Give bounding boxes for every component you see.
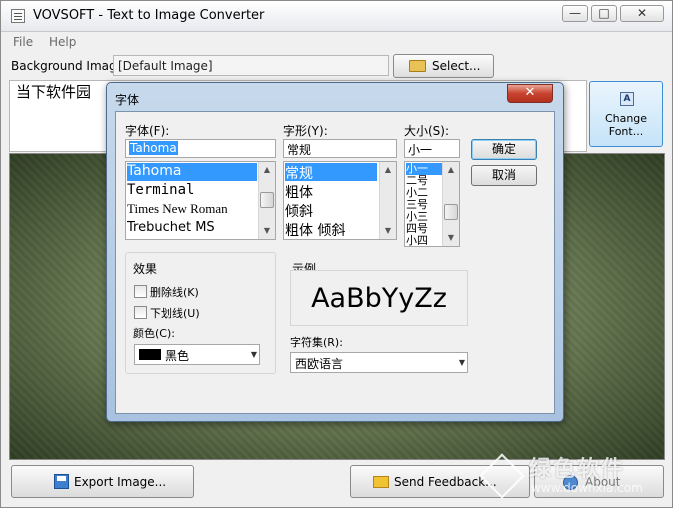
sample-text: AaBbYyZz <box>311 283 447 314</box>
scroll-up-arrow-icon[interactable]: ▲ <box>259 162 275 178</box>
font-size-scrollbar[interactable]: ▲ ▼ <box>442 162 459 246</box>
scroll-thumb[interactable] <box>260 192 274 208</box>
font-icon: A <box>620 92 634 106</box>
menu-help[interactable]: Help <box>49 35 76 49</box>
charset-label: 字符集(R): <box>290 336 343 349</box>
underline-label: 下划线(U) <box>150 307 200 320</box>
dialog-close-button[interactable]: ✕ <box>507 84 553 103</box>
font-family-list[interactable]: Tahoma Terminal Times New Roman Trebuche… <box>125 161 276 240</box>
background-image-label: Background Image: <box>11 59 129 73</box>
font-size-input[interactable]: 小一 <box>404 139 460 158</box>
about-button-label: About <box>585 475 621 489</box>
folder-icon <box>409 60 426 72</box>
font-size-label: 大小(S): <box>404 124 450 138</box>
font-size-item[interactable]: 小四 <box>406 235 442 246</box>
color-value: 黑色 <box>165 349 190 363</box>
select-button-label: Select... <box>432 59 481 73</box>
scroll-down-arrow-icon[interactable]: ▼ <box>380 223 396 239</box>
export-button-label: Export Image... <box>74 475 167 489</box>
scroll-up-arrow-icon[interactable]: ▲ <box>380 162 396 178</box>
export-image-button[interactable]: Export Image... <box>11 465 194 498</box>
color-swatch <box>139 349 161 360</box>
font-size-item[interactable]: 小一 <box>406 163 442 175</box>
change-font-label: Change Font... <box>604 112 648 138</box>
strikeout-label: 删除线(K) <box>150 286 199 299</box>
font-family-label: 字体(F): <box>125 124 170 138</box>
close-button[interactable]: ✕ <box>620 5 664 22</box>
font-style-list[interactable]: 常规 粗体 倾斜 粗体 倾斜 ▲ ▼ <box>283 161 397 240</box>
minimize-button[interactable]: — <box>562 5 588 22</box>
charset-value: 西欧语言 <box>295 357 344 371</box>
font-family-item-tahoma[interactable]: Tahoma <box>127 163 257 181</box>
effects-label: 效果 <box>133 262 158 276</box>
menu-bar: File Help <box>1 32 672 52</box>
font-size-item[interactable]: 四号 <box>406 223 442 235</box>
chevron-down-icon: ▼ <box>250 350 257 359</box>
maximize-button[interactable]: □ <box>591 5 617 22</box>
font-family-scrollbar[interactable]: ▲ ▼ <box>258 162 275 239</box>
font-size-item[interactable]: 二号 <box>406 175 442 187</box>
ok-button[interactable]: 确定 <box>471 139 537 160</box>
font-family-item-times-new-roman[interactable]: Times New Roman <box>127 201 257 219</box>
scroll-down-arrow-icon[interactable]: ▼ <box>259 223 275 239</box>
globe-icon <box>563 475 578 490</box>
window-title: VOVSOFT - Text to Image Converter <box>33 8 265 23</box>
send-feedback-button[interactable]: Send Feedback... <box>350 465 530 498</box>
dialog-body: 字体(F): Tahoma Tahoma Terminal Times New … <box>115 111 555 414</box>
change-font-button[interactable]: A Change Font... <box>589 81 663 147</box>
font-family-input-value: Tahoma <box>129 141 178 155</box>
scroll-thumb[interactable] <box>444 204 458 220</box>
cancel-button[interactable]: 取消 <box>471 165 537 186</box>
dialog-title: 字体 <box>115 93 140 107</box>
scroll-down-arrow-icon[interactable]: ▼ <box>443 230 459 246</box>
sample-preview: AaBbYyZz <box>290 270 468 326</box>
font-style-label: 字形(Y): <box>283 124 328 138</box>
chevron-down-icon: ▼ <box>458 358 465 367</box>
font-style-item-bold[interactable]: 粗体 <box>285 182 377 200</box>
color-label: 颜色(C): <box>133 327 175 340</box>
charset-dropdown[interactable]: 西欧语言 ▼ <box>290 352 468 373</box>
app-icon <box>11 9 25 23</box>
strikeout-checkbox[interactable] <box>134 285 147 298</box>
floppy-disk-icon <box>54 474 69 489</box>
text-input-content: 当下软件园 <box>16 83 92 101</box>
font-family-item-terminal[interactable]: Terminal <box>127 182 257 200</box>
font-family-item-trebuchet-ms[interactable]: Trebuchet MS <box>127 220 257 238</box>
font-size-item[interactable]: 三号 <box>406 199 442 211</box>
font-size-item[interactable]: 小三 <box>406 211 442 223</box>
background-image-field[interactable]: [Default Image] <box>113 55 389 76</box>
font-style-item-regular[interactable]: 常规 <box>285 163 377 181</box>
font-dialog: 字体 ✕ 字体(F): Tahoma Tahoma Terminal Times… <box>106 82 564 422</box>
scroll-up-arrow-icon[interactable]: ▲ <box>443 162 459 178</box>
font-style-item-italic[interactable]: 倾斜 <box>285 201 377 219</box>
title-bar[interactable]: VOVSOFT - Text to Image Converter — □ ✕ <box>1 1 672 32</box>
font-size-list[interactable]: 小一 二号 小二 三号 小三 四号 小四 ▲ ▼ <box>404 161 460 247</box>
font-family-input[interactable]: Tahoma <box>125 139 276 158</box>
font-style-scrollbar[interactable]: ▲ ▼ <box>379 162 396 239</box>
font-size-item[interactable]: 小二 <box>406 187 442 199</box>
font-style-input[interactable]: 常规 <box>283 139 397 158</box>
select-image-button[interactable]: Select... <box>393 54 494 78</box>
color-dropdown[interactable]: 黑色 ▼ <box>134 344 260 365</box>
about-button[interactable]: About <box>534 465 664 498</box>
feedback-button-label: Send Feedback... <box>394 475 497 489</box>
mail-icon <box>373 476 389 488</box>
underline-checkbox[interactable] <box>134 306 147 319</box>
menu-file[interactable]: File <box>13 35 33 49</box>
font-style-item-bold-italic[interactable]: 粗体 倾斜 <box>285 220 377 238</box>
